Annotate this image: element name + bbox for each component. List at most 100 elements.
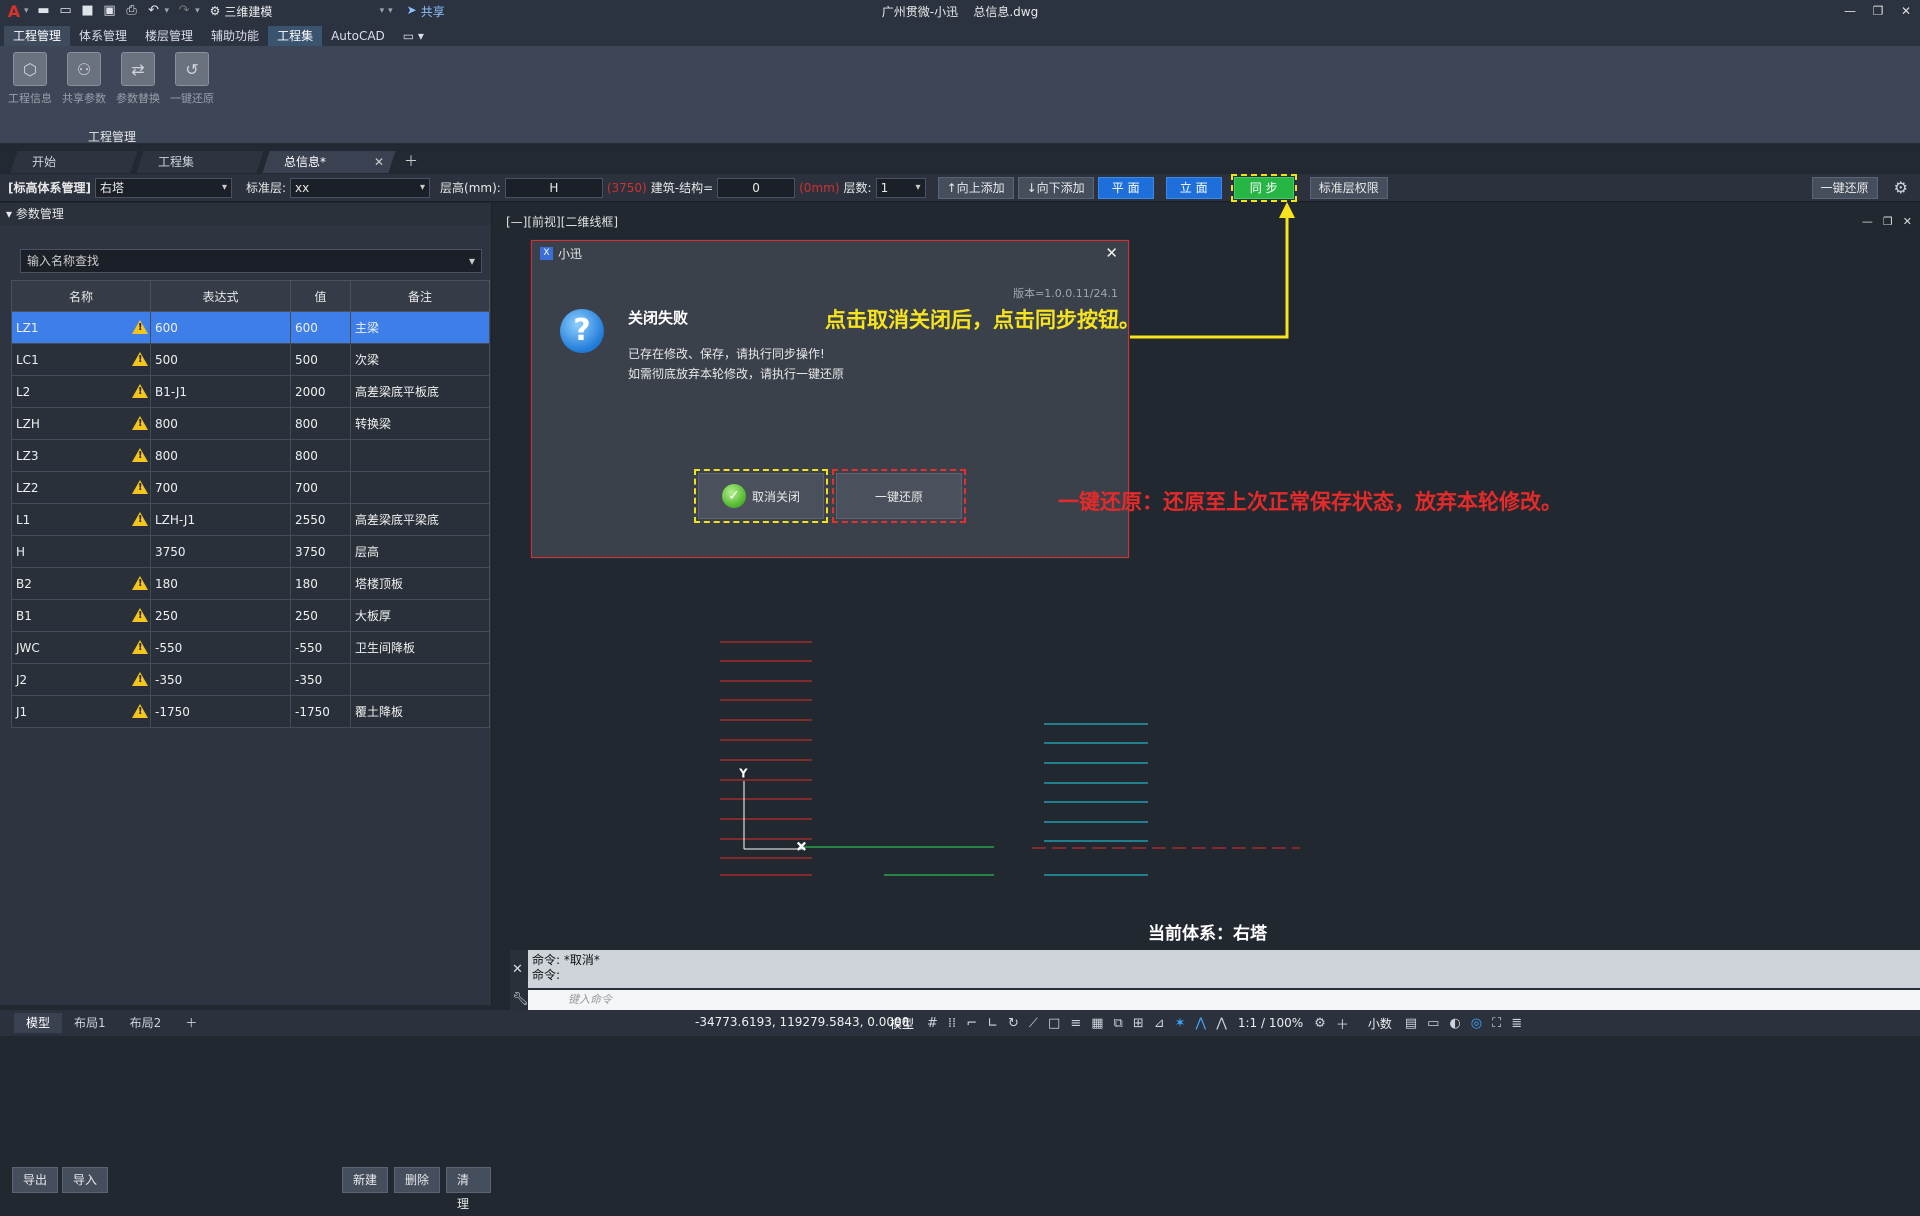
undo-icon[interactable]: ↶ [146,4,162,18]
cell-note[interactable]: 次梁 [350,343,490,376]
cancel-close-button[interactable]: ✓ 取消关闭 [694,469,828,523]
ortho-icon[interactable]: ∟ [987,1016,998,1031]
ribbon-tab-floor[interactable]: 楼层管理 [136,26,202,46]
cell-expr[interactable]: 800 [150,439,291,472]
cell-expr[interactable]: 250 [150,599,291,632]
cell-expr[interactable]: 700 [150,471,291,504]
share-button[interactable]: ➤ 共享 [407,3,445,20]
annotation-monitor-icon[interactable]: ＋ [1336,1014,1349,1033]
dialog-close-icon[interactable]: ✕ [1105,244,1118,262]
print-icon[interactable]: ⎙ [124,4,140,18]
new-param-button[interactable]: 新建 [342,1167,389,1193]
cell-name[interactable]: JWC [11,631,151,664]
ribbon-tab-project[interactable]: 工程管理 [4,26,71,46]
cell-note[interactable] [350,663,490,696]
cell-value[interactable]: 250 [290,599,351,632]
ribbon-tab-system[interactable]: 体系管理 [70,26,136,46]
units-select[interactable]: 小数 [1368,1015,1392,1032]
cell-note[interactable]: 转换梁 [350,407,490,440]
cell-name[interactable]: LZ2 [11,471,151,504]
cell-note[interactable]: 高差梁底平梁底 [350,503,490,536]
cell-value[interactable]: -350 [290,663,351,696]
cell-name[interactable]: LZ1 [11,311,151,344]
cell-name[interactable]: LC1 [11,343,151,376]
floor-count-select[interactable]: 1 [875,177,926,198]
command-close-icon[interactable]: ✕ [512,962,523,977]
transparency-icon[interactable]: ▦ [1091,1016,1103,1031]
infer-icon[interactable]: ⌐ [966,1016,977,1031]
polar-icon[interactable]: ↻ [1008,1016,1019,1031]
project-info-button[interactable]: ⬡ 工程信息 [4,52,56,106]
floor-height-input[interactable]: H [504,177,603,198]
sync-button[interactable]: 同 步 [1230,173,1297,202]
share-params-button[interactable]: ⚇ 共享参数 [58,52,110,106]
redo-caret[interactable]: ▾ [195,6,200,16]
table-row[interactable]: LC1500500次梁 [11,343,490,376]
cell-value[interactable]: 2000 [290,375,351,408]
cell-value[interactable]: -550 [290,631,351,664]
cell-expr[interactable]: -550 [150,631,291,664]
cell-name[interactable]: L1 [11,503,151,536]
snap-icon[interactable]: ⁞⁞ [948,1016,956,1031]
cell-note[interactable]: 卫生间降板 [350,631,490,664]
isodraft-icon[interactable]: ⟋ [1029,1016,1038,1031]
cell-expr[interactable]: B1-J1 [150,375,291,408]
lineweight-icon[interactable]: ≡ [1070,1016,1081,1031]
cell-expr[interactable]: 180 [150,567,291,600]
add-layout-icon[interactable]: ＋ [173,1013,209,1033]
cell-value[interactable]: 700 [290,471,351,504]
table-row[interactable]: LZ2700700 [11,471,490,504]
clean-screen-icon[interactable]: ⛶ [1492,1016,1501,1031]
command-input[interactable]: 键入命令 [528,990,1920,1010]
system-select[interactable]: 右塔 [94,177,232,198]
cell-value[interactable]: 2550 [290,503,351,536]
minimize-button[interactable]: — [1836,0,1864,22]
import-button[interactable]: 导入 [62,1167,109,1193]
cell-name[interactable]: B1 [11,599,151,632]
cell-name[interactable]: LZ3 [11,439,151,472]
cell-name[interactable]: B2 [11,567,151,600]
cell-expr[interactable]: -1750 [150,695,291,728]
one-key-restore-ribbon-button[interactable]: ↺ 一键还原 [166,52,218,106]
doc-tab-start[interactable]: 开始 [10,151,138,173]
column-header-note[interactable]: 备注 [350,280,490,312]
workspace-caret[interactable]: ▾ [380,6,385,16]
ribbon-more-icon[interactable]: ▭ ▾ [394,26,433,46]
table-row[interactable]: H 3750 3750 层高 [11,535,490,568]
cell-note[interactable]: 层高 [350,535,490,568]
3d-osnap-icon[interactable]: ⊞ [1133,1016,1144,1031]
selection-cycling-icon[interactable]: ⧉ [1114,1016,1123,1031]
table-row[interactable]: B2180180塔楼顶板 [11,567,490,600]
cell-note[interactable] [350,439,490,472]
export-button[interactable]: 导出 [12,1167,59,1193]
settings-gear-icon[interactable]: ⚙ [1894,178,1908,197]
elevation-view-button[interactable]: 立 面 [1165,176,1222,199]
add-tab-icon[interactable]: ＋ [404,151,418,173]
column-header-name[interactable]: 名称 [11,280,151,312]
cell-note[interactable]: 塔楼顶板 [350,567,490,600]
cell-name[interactable]: L2 [11,375,151,408]
annotation-visibility-icon[interactable]: ✶ [1175,1016,1186,1031]
cell-value[interactable]: -1750 [290,695,351,728]
column-header-expr[interactable]: 表达式 [150,280,291,312]
cell-name[interactable]: J1 [11,695,151,728]
layout-tab-1[interactable]: 布局1 [62,1013,118,1033]
new-file-icon[interactable]: ▬ [36,4,52,18]
undo-caret[interactable]: ▾ [165,6,170,16]
cell-value[interactable]: 800 [290,439,351,472]
table-row[interactable]: LZ3800800 [11,439,490,472]
cell-value[interactable]: 180 [290,567,351,600]
cell-note[interactable]: 大板厚 [350,599,490,632]
redo-icon[interactable]: ↷ [176,4,192,18]
collapse-caret-icon[interactable]: ▾ [6,207,12,221]
add-down-button[interactable]: ↓向下添加 [1017,176,1094,199]
cell-name[interactable]: J2 [11,663,151,696]
cell-value[interactable]: 600 [290,311,351,344]
save-icon[interactable]: ■ [80,4,96,18]
cell-expr[interactable]: 600 [150,311,291,344]
properties-icon[interactable]: ▤ [1405,1016,1417,1031]
column-header-value[interactable]: 值 [290,280,351,312]
table-row[interactable]: J2-350-350 [11,663,490,696]
app-logo[interactable]: A [4,2,24,21]
plan-view-button[interactable]: 平 面 [1097,176,1154,199]
